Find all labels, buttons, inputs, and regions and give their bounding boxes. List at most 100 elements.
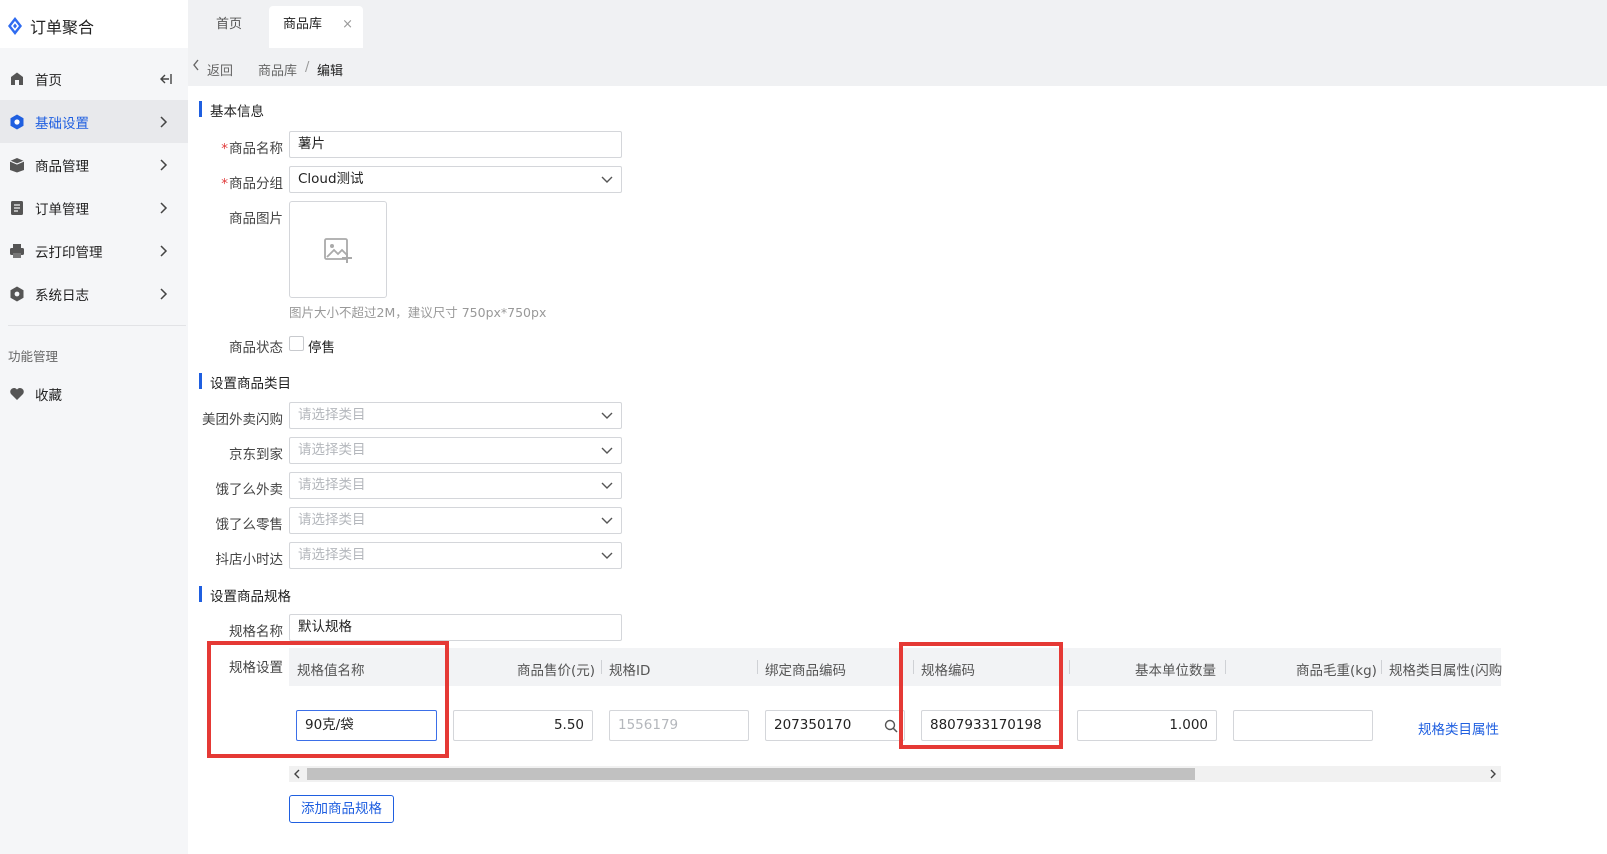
section-title-category: 设置商品类目 xyxy=(199,372,291,392)
column-divider xyxy=(1381,660,1382,674)
column-divider xyxy=(757,660,758,674)
category-select-jd[interactable]: 请选择类目 xyxy=(289,437,622,464)
add-image-icon xyxy=(324,238,352,263)
column-header: 绑定商品编码 xyxy=(765,663,846,679)
column-divider xyxy=(1225,660,1226,674)
column-divider xyxy=(601,660,602,674)
category-select-eleme-takeout[interactable]: 请选择类目 xyxy=(289,472,622,499)
category-label-meituan: 美团外卖闪购 xyxy=(202,412,283,428)
scroll-right-icon[interactable] xyxy=(1488,768,1498,780)
home-icon xyxy=(11,72,23,85)
chevron-down-icon xyxy=(601,517,613,524)
search-icon[interactable] xyxy=(884,719,898,733)
back-link[interactable]: 返回 xyxy=(207,60,233,79)
select-placeholder: 请选择类目 xyxy=(298,442,366,458)
product-name-label: *商品名称 xyxy=(188,137,283,157)
sidebar-section-title: 功能管理 xyxy=(8,349,59,364)
breadcrumb-current: 编辑 xyxy=(317,64,344,79)
close-icon[interactable]: × xyxy=(342,6,353,44)
logo-icon xyxy=(8,17,22,35)
breadcrumb: 返回 商品库 / 编辑 xyxy=(188,48,1607,86)
unit-quantity-input[interactable]: 1.000 xyxy=(1077,710,1217,741)
column-header: 规格类目属性(闪购 xyxy=(1389,663,1503,679)
sidebar-item-label: 基础设置 xyxy=(35,115,89,132)
column-header: 规格ID xyxy=(609,663,651,679)
stop-sale-checkbox[interactable] xyxy=(289,336,304,351)
product-group-label: *商品分组 xyxy=(188,172,283,192)
spec-category-attr-link[interactable]: 规格类目属性 xyxy=(1418,718,1499,738)
sidebar-item-label: 收藏 xyxy=(35,387,62,404)
category-label-eleme-takeout: 饿了么外卖 xyxy=(215,482,284,498)
select-placeholder: 请选择类目 xyxy=(298,547,366,563)
chevron-right-icon xyxy=(160,201,168,214)
select-placeholder: 请选择类目 xyxy=(298,407,366,423)
main-content: 返回 商品库 / 编辑 基本信息 *商品名称 薯片 *商品分组 Cloud测试 … xyxy=(188,48,1607,854)
spec-name-label: 规格名称 xyxy=(229,624,283,640)
sidebar-item-order-management[interactable]: 订单管理 xyxy=(0,186,188,229)
tab-home[interactable]: 首页 xyxy=(202,6,256,48)
heart-icon xyxy=(10,387,24,400)
highlight-box xyxy=(899,642,1063,749)
chevron-down-icon xyxy=(601,447,613,454)
sidebar-item-favorites[interactable]: 收藏 xyxy=(0,372,188,415)
sidebar-divider xyxy=(8,325,186,326)
spec-name-input[interactable]: 默认规格 xyxy=(289,614,622,641)
select-placeholder: 请选择类目 xyxy=(298,512,366,528)
section-title-basic: 基本信息 xyxy=(199,100,264,120)
stop-sale-label[interactable]: 停售 xyxy=(308,336,335,356)
chevron-down-icon xyxy=(601,552,613,559)
bind-code-input[interactable]: 207350170 xyxy=(765,710,905,741)
log-hex-icon xyxy=(10,286,24,301)
image-upload[interactable] xyxy=(289,201,387,298)
label-text: 商品名称 xyxy=(229,141,283,157)
category-select-eleme-retail[interactable]: 请选择类目 xyxy=(289,507,622,534)
category-select-meituan[interactable]: 请选择类目 xyxy=(289,402,622,429)
column-header: 商品售价(元) xyxy=(517,663,596,679)
gross-weight-input[interactable] xyxy=(1233,710,1373,741)
sidebar-item-product-management[interactable]: 商品管理 xyxy=(0,143,188,186)
settings-hex-icon xyxy=(10,114,24,129)
bind-code-value: 207350170 xyxy=(774,717,852,733)
scrollbar-thumb[interactable] xyxy=(307,768,1195,780)
tab-label: 商品库 xyxy=(283,17,323,32)
image-hint: 图片大小不超过2M，建议尺寸 750px*750px xyxy=(289,305,547,320)
label-text: 商品分组 xyxy=(229,176,283,192)
sidebar-item-basic-settings[interactable]: 基础设置 xyxy=(0,100,188,143)
price-input[interactable]: 5.50 xyxy=(453,710,593,741)
sidebar-item-label: 系统日志 xyxy=(35,287,89,304)
sidebar-item-system-log[interactable]: 系统日志 xyxy=(0,272,188,315)
tab-product-library[interactable]: 商品库 × xyxy=(269,6,363,48)
tab-label: 首页 xyxy=(216,17,243,32)
breadcrumb-parent[interactable]: 商品库 xyxy=(258,60,297,79)
chevron-left-icon[interactable] xyxy=(191,58,201,72)
category-label-douyin: 抖店小时达 xyxy=(215,552,284,568)
product-status-label: 商品状态 xyxy=(229,340,283,356)
column-divider xyxy=(1069,660,1070,674)
collapse-sidebar-icon[interactable] xyxy=(157,71,173,87)
product-group-select[interactable]: Cloud测试 xyxy=(289,166,622,193)
chevron-right-icon xyxy=(160,115,168,128)
sidebar-item-home[interactable]: 首页 xyxy=(0,57,188,100)
chevron-down-icon xyxy=(601,482,613,489)
top-bar: 订单聚合 首页 商品库 × xyxy=(0,0,1607,48)
product-name-input[interactable]: 薯片 xyxy=(289,131,622,158)
add-spec-button[interactable]: 添加商品规格 xyxy=(289,795,394,823)
chevron-right-icon xyxy=(160,244,168,257)
sidebar-item-cloud-print[interactable]: 云打印管理 xyxy=(0,229,188,272)
app-logo: 订单聚合 xyxy=(6,14,94,38)
required-mark: * xyxy=(221,141,228,157)
highlight-box xyxy=(207,641,449,758)
chevron-down-icon xyxy=(601,412,613,419)
chevron-right-icon xyxy=(160,158,168,171)
category-select-douyin[interactable]: 请选择类目 xyxy=(289,542,622,569)
section-title-spec: 设置商品规格 xyxy=(199,585,291,605)
column-header: 商品毛重(kg) xyxy=(1296,663,1377,679)
scroll-left-icon[interactable] xyxy=(292,768,302,780)
sidebar-item-label: 首页 xyxy=(35,72,62,89)
column-header: 基本单位数量 xyxy=(1135,663,1216,679)
selected-value: Cloud测试 xyxy=(298,171,364,187)
select-placeholder: 请选择类目 xyxy=(298,477,366,493)
sidebar-item-label: 云打印管理 xyxy=(35,244,103,261)
category-label-eleme-retail: 饿了么零售 xyxy=(215,517,284,533)
horizontal-scrollbar[interactable] xyxy=(289,766,1501,782)
